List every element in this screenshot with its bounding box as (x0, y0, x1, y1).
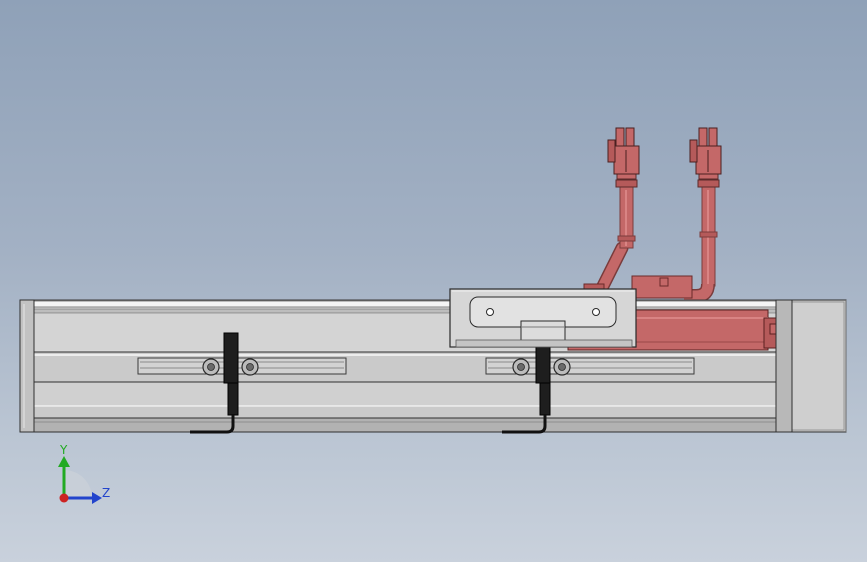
origin-point (59, 493, 69, 503)
z-axis-arrowhead (92, 492, 102, 504)
z-axis-label: Z (102, 486, 111, 500)
y-axis-arrowhead (58, 456, 70, 467)
coordinate-triad: Y Z (40, 440, 120, 510)
actuator-model[interactable] (0, 0, 867, 562)
hose-assembly (583, 127, 722, 303)
y-axis-label: Y (60, 443, 68, 457)
carriage[interactable] (449, 288, 637, 348)
cad-viewport[interactable]: Y Z (0, 0, 867, 562)
